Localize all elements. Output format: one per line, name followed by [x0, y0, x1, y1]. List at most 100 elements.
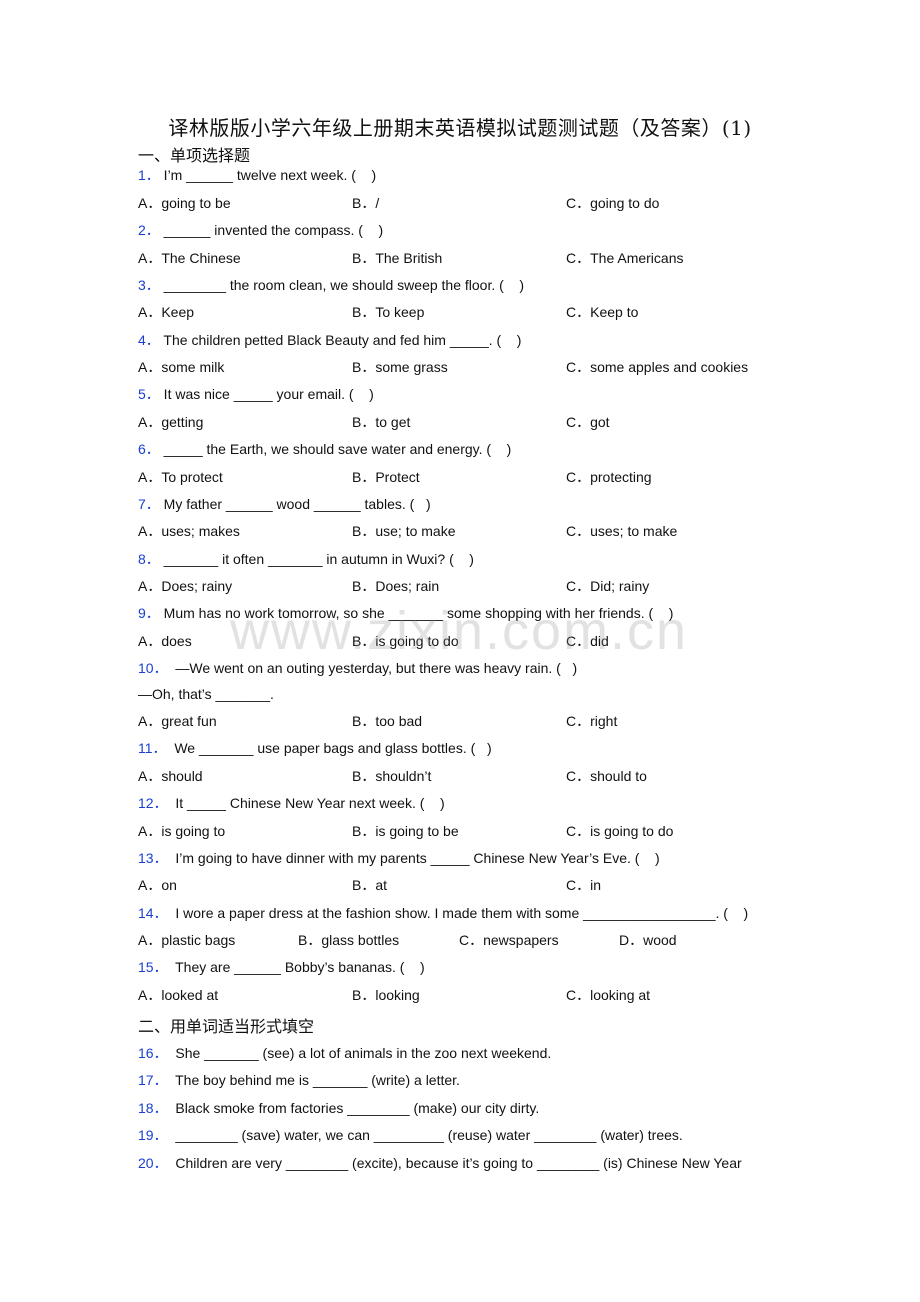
question-text: I wore a paper dress at the fashion show…	[167, 905, 749, 921]
question-number: 10．	[138, 660, 168, 676]
question-text: It was nice _____ your email. ( )	[159, 386, 374, 402]
question-5: 5． It was nice _____ your email. ( )	[138, 385, 374, 403]
answer-option-a: A．plastic bags	[138, 932, 236, 948]
answer-option-b: B．/	[352, 195, 380, 211]
question-text: Mum has no work tomorrow, so she _______…	[159, 605, 674, 621]
answer-option-c: C．protecting	[566, 469, 652, 485]
question-7: 7． My father ______ wood ______ tables. …	[138, 495, 431, 513]
question-17: 17． The boy behind me is _______ (write)…	[138, 1071, 460, 1089]
answer-option-a: A．The Chinese	[138, 250, 241, 266]
question-text: I’m ______ twelve next week. ( )	[159, 167, 377, 183]
answer-option-c: C．right	[566, 713, 618, 729]
section-heading-fill-in: 二、用单词适当形式填空	[138, 1017, 315, 1036]
answer-option-a: A．some milk	[138, 359, 225, 375]
answer-option-a: A．getting	[138, 414, 204, 430]
question-18: 18． Black smoke from factories ________ …	[138, 1099, 539, 1117]
question-number: 1．	[138, 167, 160, 183]
answer-option-b: B．glass bottles	[298, 932, 400, 948]
question-1: 1． I’m ______ twelve next week. ( )	[138, 166, 376, 184]
question-number: 16．	[138, 1045, 168, 1061]
question-15: 15． They are ______ Bobby’s bananas. ( )	[138, 958, 425, 976]
question-19: 19． ________ (save) water, we can ______…	[138, 1126, 683, 1144]
question-number: 2．	[138, 222, 160, 238]
question-text: We _______ use paper bags and glass bott…	[166, 740, 492, 756]
question-text: ________ the room clean, we should sweep…	[159, 277, 525, 293]
answer-option-b: B．To keep	[352, 304, 425, 320]
question-text: The children petted Black Beauty and fed…	[159, 332, 522, 348]
question-number: 3．	[138, 277, 160, 293]
question-number: 15．	[138, 959, 168, 975]
question-number: 12．	[138, 795, 168, 811]
question-number: 4．	[138, 332, 160, 348]
answer-option-c: C．Keep to	[566, 304, 639, 320]
answer-option-a: A．should	[138, 768, 203, 784]
answer-option-b: B．looking	[352, 987, 420, 1003]
question-9: 9． Mum has no work tomorrow, so she ____…	[138, 604, 673, 622]
answer-option-b: B．Does; rain	[352, 578, 440, 594]
question-text: The boy behind me is _______ (write) a l…	[167, 1072, 460, 1088]
answer-option-c: C．going to do	[566, 195, 660, 211]
question-text: She _______ (see) a lot of animals in th…	[167, 1045, 552, 1061]
question-number: 20．	[138, 1155, 168, 1171]
answer-option-a: A．does	[138, 633, 192, 649]
answer-option-b: B．shouldn’t	[352, 768, 432, 784]
answer-option-b: B．use; to make	[352, 523, 456, 539]
question-text: Children are very ________ (excite), bec…	[167, 1155, 742, 1171]
question-text: They are ______ Bobby’s bananas. ( )	[167, 959, 425, 975]
answer-option-c: C．The Americans	[566, 250, 684, 266]
answer-option-b: B．The British	[352, 250, 443, 266]
answer-option-b: B．at	[352, 877, 388, 893]
answer-option-c: C．some apples and cookies	[566, 359, 749, 375]
answer-option-c: C．did	[566, 633, 609, 649]
question-text: —We went on an outing yesterday, but the…	[167, 660, 578, 676]
document-title: 译林版版小学六年级上册期末英语模拟试题测试题（及答案）(1)	[168, 116, 752, 140]
question-8: 8． _______ it often _______ in autumn in…	[138, 550, 474, 568]
question-10: 10． —We went on an outing yesterday, but…	[138, 659, 577, 677]
answer-option-c: C．looking at	[566, 987, 651, 1003]
answer-option-a: A．great fun	[138, 713, 217, 729]
answer-option-a: A．looked at	[138, 987, 219, 1003]
answer-option-b: B．some grass	[352, 359, 448, 375]
answer-option-a: A．Keep	[138, 304, 195, 320]
question-number: 8．	[138, 551, 160, 567]
answer-option-b: B．is going to be	[352, 823, 459, 839]
answer-option-b: B．to get	[352, 414, 411, 430]
question-subline: —Oh, that’s _______.	[138, 686, 274, 702]
question-12: 12． It _____ Chinese New Year next week.…	[138, 794, 445, 812]
question-14: 14． I wore a paper dress at the fashion …	[138, 904, 748, 922]
answer-option-a: A．going to be	[138, 195, 231, 211]
question-number: 9．	[138, 605, 160, 621]
question-number: 19．	[138, 1127, 168, 1143]
question-text: _______ it often _______ in autumn in Wu…	[159, 551, 474, 567]
question-4: 4． The children petted Black Beauty and …	[138, 331, 521, 349]
question-text: It _____ Chinese New Year next week. ( )	[167, 795, 445, 811]
exam-page: 译林版版小学六年级上册期末英语模拟试题测试题（及答案）(1) 一、单项选择题 1…	[0, 0, 920, 1302]
question-number: 7．	[138, 496, 160, 512]
question-3: 3． ________ the room clean, we should sw…	[138, 276, 524, 294]
section-heading-multiple-choice: 一、单项选择题	[138, 146, 251, 165]
question-11: 11． We _______ use paper bags and glass …	[138, 739, 492, 757]
answer-option-a: A．on	[138, 877, 177, 893]
question-6: 6． _____ the Earth, we should save water…	[138, 440, 511, 458]
answer-option-c: C．is going to do	[566, 823, 674, 839]
answer-option-d: D．wood	[619, 932, 677, 948]
question-text: Black smoke from factories ________ (mak…	[167, 1100, 540, 1116]
question-number: 14．	[138, 905, 168, 921]
question-text: ________ (save) water, we can _________ …	[167, 1127, 683, 1143]
answer-option-a: A．uses; makes	[138, 523, 240, 539]
answer-option-a: A．To protect	[138, 469, 223, 485]
question-20: 20． Children are very ________ (excite),…	[138, 1154, 742, 1172]
question-text: _____ the Earth, we should save water an…	[159, 441, 512, 457]
answer-option-c: C．got	[566, 414, 610, 430]
answer-option-c: C．should to	[566, 768, 647, 784]
answer-option-c: C．Did; rainy	[566, 578, 650, 594]
question-number: 13．	[138, 850, 168, 866]
question-number: 18．	[138, 1100, 168, 1116]
question-2: 2． ______ invented the compass. ( )	[138, 221, 383, 239]
question-13: 13． I’m going to have dinner with my par…	[138, 849, 660, 867]
answer-option-a: A．is going to	[138, 823, 226, 839]
question-16: 16． She _______ (see) a lot of animals i…	[138, 1044, 551, 1062]
question-number: 5．	[138, 386, 160, 402]
answer-option-b: B．Protect	[352, 469, 420, 485]
answer-option-c: C．uses; to make	[566, 523, 678, 539]
